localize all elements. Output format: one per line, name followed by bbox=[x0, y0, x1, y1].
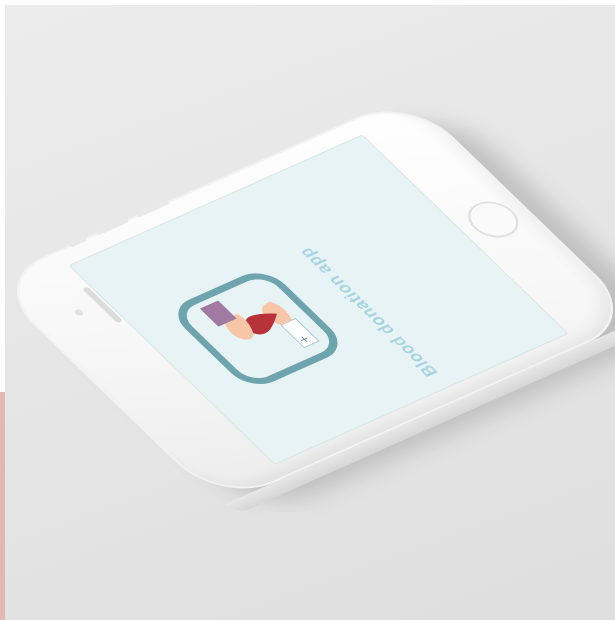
phone-screen: + Blood donation app bbox=[68, 134, 569, 465]
stage: + Blood donation app bbox=[0, 0, 615, 620]
volume-down-button[interactable] bbox=[134, 199, 170, 218]
canvas: + Blood donation app bbox=[0, 0, 615, 620]
volume-up-button[interactable] bbox=[94, 217, 130, 236]
hand-giving-blood-drop-icon: + bbox=[178, 273, 338, 384]
front-camera-icon bbox=[73, 308, 85, 317]
phone-mockup: + Blood donation app bbox=[0, 94, 615, 518]
phone-body: + Blood donation app bbox=[0, 94, 615, 506]
mute-switch[interactable] bbox=[67, 236, 88, 248]
app-icon[interactable]: + bbox=[163, 264, 352, 393]
